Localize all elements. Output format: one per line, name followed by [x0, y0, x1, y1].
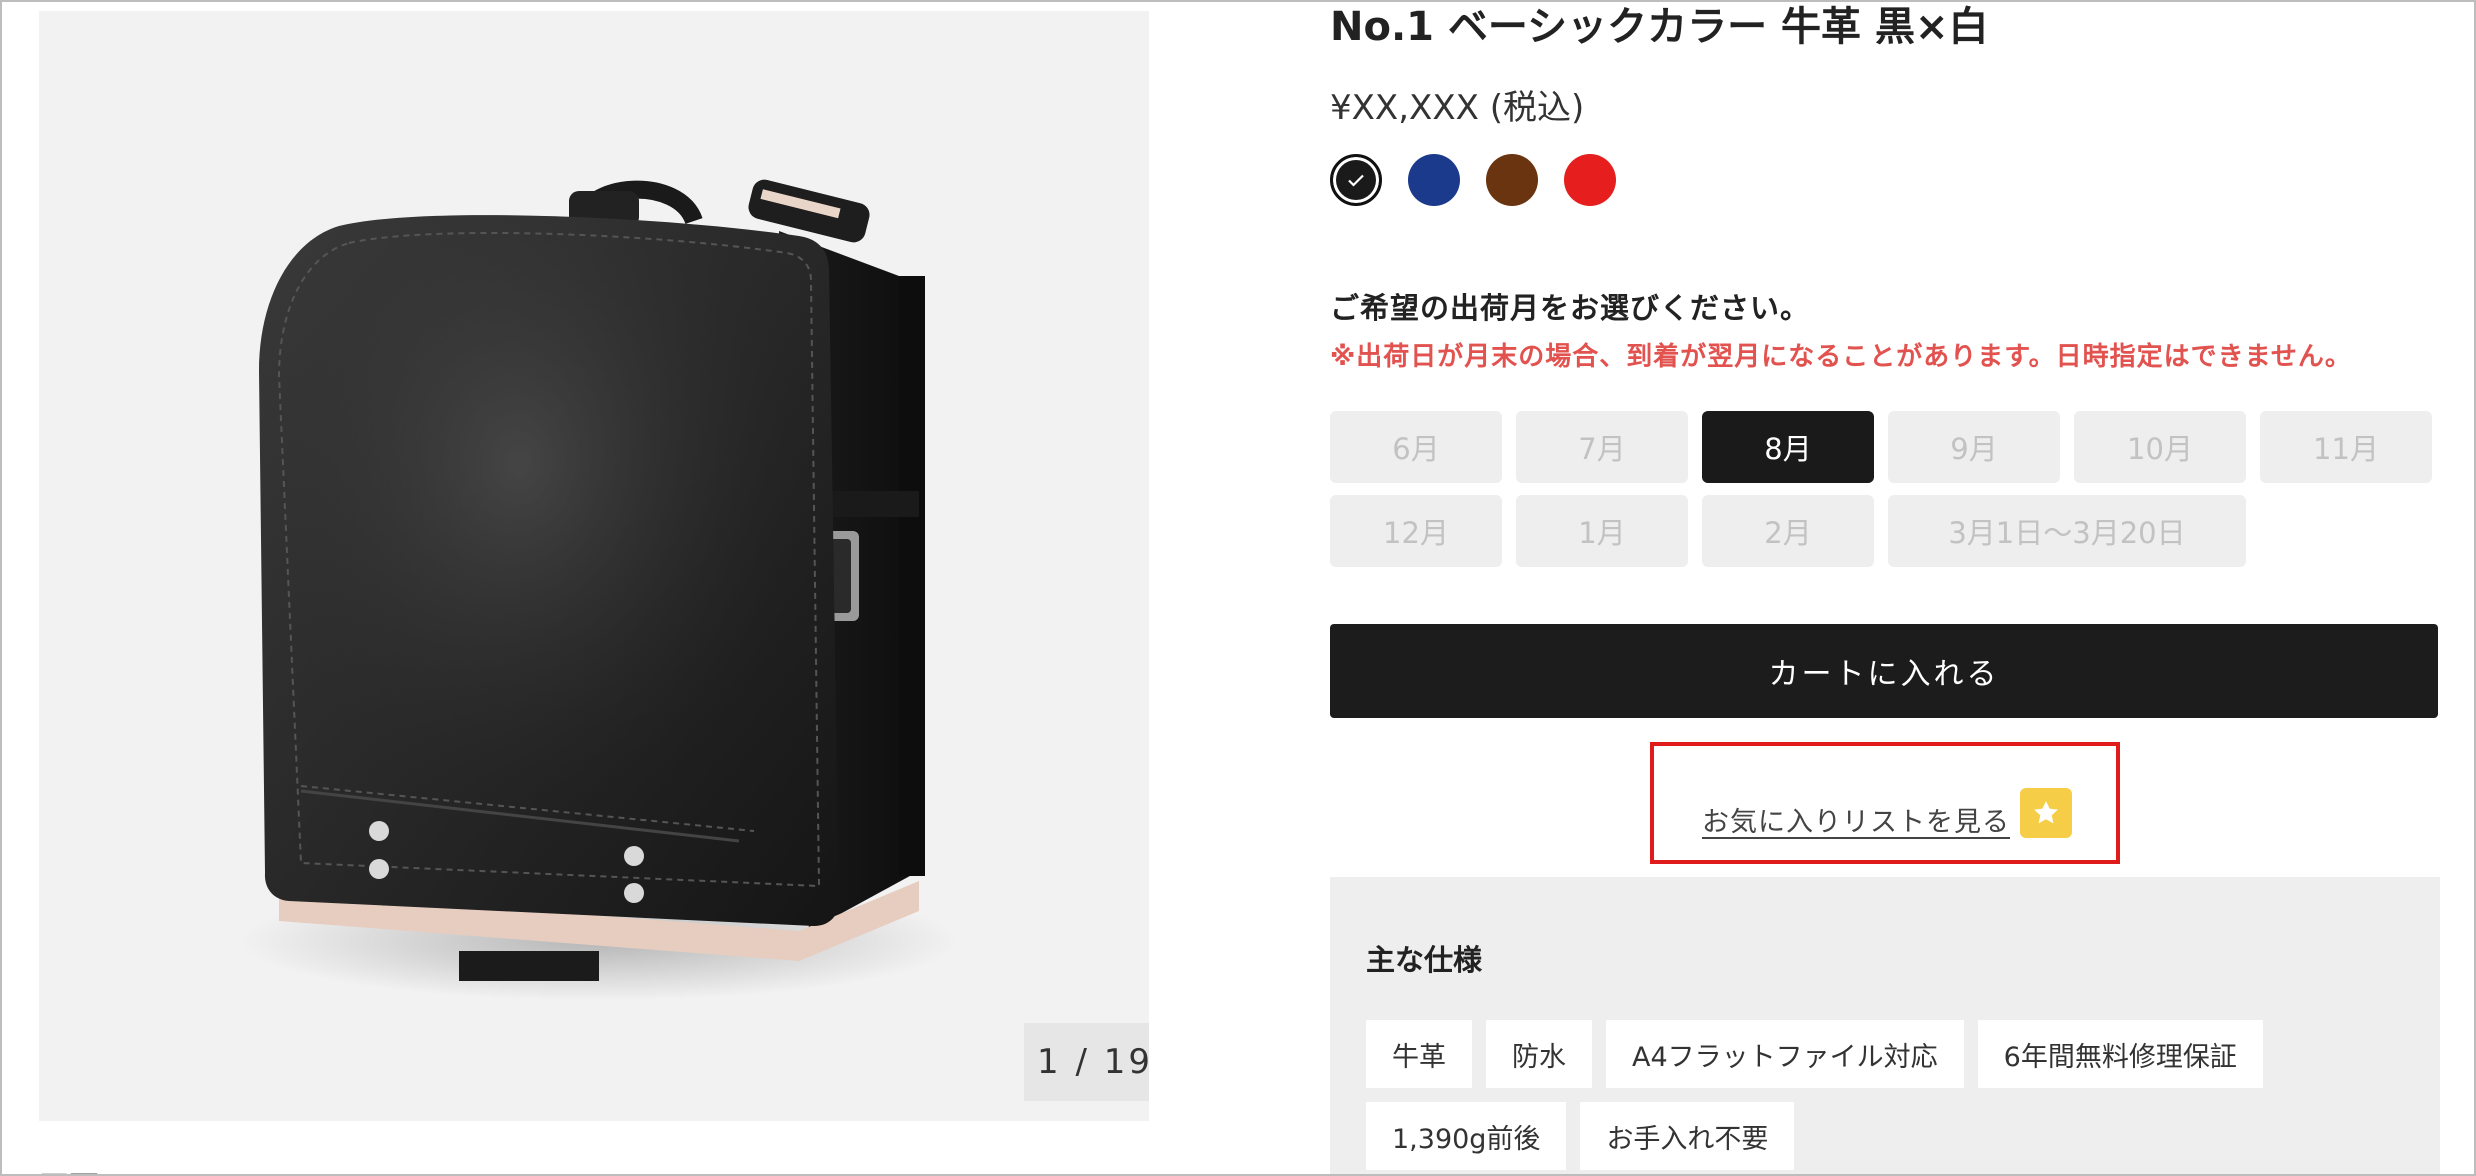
month-option[interactable]: 3月1日〜3月20日 [1888, 495, 2246, 567]
spec-tag: 6年間無料修理保証 [1977, 1020, 2263, 1088]
page-frame: 1 / 19 正面 No.1 ベーシックカラー 牛革 黒×白 ¥XX,XXX (… [0, 0, 2476, 1176]
month-option[interactable]: 2月 [1702, 495, 1874, 567]
image-counter: 1 / 19 [1024, 1023, 1149, 1101]
shipping-note: ※出荷日が月末の場合、到着が翌月になることがあります。日時指定はできません。 [1330, 342, 2352, 372]
add-to-cart-button[interactable]: カートに入れる [1330, 624, 2438, 718]
month-option[interactable]: 6月 [1330, 411, 1502, 483]
randoseru-image [239, 179, 959, 1001]
color-swatches [1330, 154, 1616, 210]
view-favorites-link[interactable]: お気に入りリストを見る [1702, 800, 2010, 839]
spec-tag: A4フラットファイル対応 [1606, 1020, 1964, 1088]
product-price: ¥XX,XXX (税込) [1330, 88, 1585, 128]
month-option[interactable]: 1月 [1516, 495, 1688, 567]
month-option[interactable]: 8月 [1702, 411, 1874, 483]
month-option[interactable]: 12月 [1330, 495, 1502, 567]
spec-panel: 主な仕様 牛革 防水 A4フラットファイル対応 6年間無料修理保証 1,390g前後 お手… [1330, 877, 2440, 1174]
spec-tag: 牛革 [1366, 1020, 1472, 1088]
spec-tag: 1,390g前後 [1366, 1102, 1567, 1170]
spec-heading: 主な仕様 [1366, 943, 1483, 977]
month-option[interactable]: 9月 [1888, 411, 2060, 483]
spec-tag: 防水 [1486, 1020, 1592, 1088]
image-caption: 正面 [39, 1162, 99, 1174]
shipping-month-options: 6月 7月 8月 9月 10月 11月 12月 1月 2月 3月1日〜3月20日 [1330, 411, 2440, 567]
month-option[interactable]: 11月 [2260, 411, 2432, 483]
black-swatch[interactable] [1330, 154, 1382, 206]
star-icon[interactable] [2020, 788, 2072, 838]
red-swatch[interactable] [1564, 154, 1616, 206]
brown-swatch[interactable] [1486, 154, 1538, 206]
check-icon [1348, 174, 1364, 187]
shipping-heading: ご希望の出荷月をお選びください。 [1330, 291, 1811, 325]
spec-tag-list: 牛革 防水 A4フラットファイル対応 6年間無料修理保証 1,390g前後 お手入れ不要 [1366, 1020, 2426, 1170]
product-image-gallery[interactable]: 1 / 19 [39, 11, 1149, 1121]
spec-tag: お手入れ不要 [1580, 1102, 1795, 1170]
product-title: No.1 ベーシックカラー 牛革 黒×白 [1330, 4, 1989, 50]
month-option[interactable]: 7月 [1516, 411, 1688, 483]
navy-swatch[interactable] [1408, 154, 1460, 206]
month-option[interactable]: 10月 [2074, 411, 2246, 483]
